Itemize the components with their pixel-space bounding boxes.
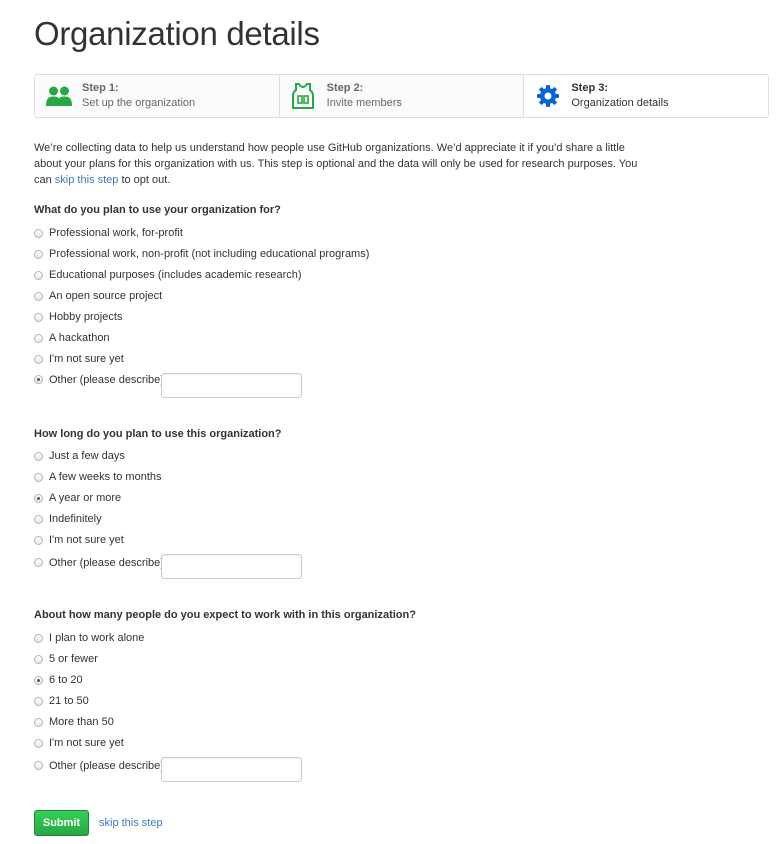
step-1-subtitle: Set up the organization (82, 97, 196, 109)
intro-text-after: to opt out. (118, 174, 171, 186)
team-size-option-more-than-50[interactable]: More than 50 (34, 714, 114, 730)
team-size-option-5-or-fewer[interactable]: 5 or fewer (34, 651, 98, 667)
option-label: Other (please describe) (49, 760, 164, 772)
option-label: An open source project (49, 290, 163, 302)
step-1: Step 1: Set up the organization (35, 75, 280, 117)
usage-option-other[interactable]: Other (please describe) (34, 373, 164, 389)
radio-button[interactable] (34, 451, 43, 461)
radio-button[interactable] (34, 249, 43, 259)
option-label: I'm not sure yet (49, 353, 124, 365)
submit-button[interactable]: Submit (34, 810, 89, 836)
usage-option-not-sure[interactable]: I'm not sure yet (34, 351, 124, 367)
radio-button[interactable] (34, 354, 43, 364)
duration-other-input[interactable] (161, 554, 302, 579)
duration-option-year-or-more[interactable]: A year or more (34, 490, 121, 506)
step-2: Step 2: Invite members (280, 75, 525, 117)
radio-button[interactable] (34, 738, 43, 748)
radio-button[interactable] (34, 558, 43, 567)
duration-option-indefinitely[interactable]: Indefinitely (34, 511, 102, 527)
radio-button[interactable] (34, 514, 43, 524)
option-label: Other (please describe) (49, 557, 164, 569)
option-label: Professional work, non-profit (not inclu… (49, 248, 370, 260)
gear-icon (534, 83, 561, 110)
team-size-option-not-sure[interactable]: I'm not sure yet (34, 735, 124, 751)
team-size-option-alone[interactable]: I plan to work alone (34, 630, 144, 646)
usage-option-non-profit[interactable]: Professional work, non-profit (not inclu… (34, 246, 369, 262)
usage-option-open-source[interactable]: An open source project (34, 288, 162, 304)
option-label: 21 to 50 (49, 695, 89, 707)
option-label: A few weeks to months (49, 471, 162, 483)
option-label: Professional work, for-profit (49, 227, 183, 239)
radio-button[interactable] (34, 717, 43, 727)
radio-button[interactable] (34, 228, 43, 238)
option-label: Just a few days (49, 450, 125, 462)
radio-button[interactable] (34, 654, 43, 664)
team-size-option-other[interactable]: Other (please describe) (34, 759, 164, 775)
radio-button[interactable] (34, 270, 43, 280)
radio-button[interactable] (34, 472, 43, 482)
duration-option-weeks-months[interactable]: A few weeks to months (34, 469, 162, 485)
question-team-size-label: About how many people do you expect to w… (34, 609, 416, 621)
radio-button[interactable] (34, 291, 43, 301)
jersey-icon (290, 83, 317, 110)
duration-option-not-sure[interactable]: I'm not sure yet (34, 532, 124, 548)
skip-step-link[interactable]: skip this step (99, 817, 163, 829)
step-3: Step 3: Organization details (524, 75, 769, 117)
option-label: A year or more (49, 492, 122, 504)
usage-other-input[interactable] (161, 373, 302, 398)
usage-option-hobby[interactable]: Hobby projects (34, 309, 122, 325)
usage-option-hackathon[interactable]: A hackathon (34, 330, 110, 346)
radio-button[interactable] (34, 312, 43, 322)
option-label: I plan to work alone (49, 632, 145, 644)
option-label: A hackathon (49, 332, 110, 344)
team-size-option-21-to-50[interactable]: 21 to 50 (34, 693, 89, 709)
radio-button[interactable] (34, 633, 43, 643)
radio-button[interactable] (34, 535, 43, 545)
skip-step-link-inline[interactable]: skip this step (55, 174, 119, 186)
option-label: More than 50 (49, 716, 114, 728)
duration-option-other[interactable]: Other (please describe) (34, 556, 164, 572)
steps-progress: Step 1: Set up the organization Step 2: … (34, 74, 769, 118)
radio-button[interactable] (34, 696, 43, 706)
step-2-title: Step 2: (326, 82, 364, 94)
usage-option-for-profit[interactable]: Professional work, for-profit (34, 225, 183, 241)
step-3-title: Step 3: (571, 82, 609, 94)
radio-button-selected[interactable] (34, 375, 43, 384)
usage-option-educational[interactable]: Educational purposes (includes academic … (34, 267, 302, 283)
option-label: 6 to 20 (49, 674, 83, 686)
question-duration-label: How long do you plan to use this organiz… (34, 428, 282, 440)
option-label: Indefinitely (49, 513, 102, 525)
intro-text: We’re collecting data to help us underst… (34, 140, 654, 188)
option-label: Educational purposes (includes academic … (49, 269, 302, 281)
people-icon (45, 83, 72, 110)
option-label: Other (please describe) (49, 374, 164, 386)
radio-button-selected[interactable] (34, 675, 43, 685)
team-size-option-6-to-20[interactable]: 6 to 20 (34, 672, 83, 688)
question-usage-label: What do you plan to use your organizatio… (34, 204, 281, 216)
radio-button[interactable] (34, 761, 43, 770)
option-label: 5 or fewer (49, 653, 98, 665)
option-label: I'm not sure yet (49, 737, 124, 749)
step-2-subtitle: Invite members (326, 97, 402, 109)
team-size-other-input[interactable] (161, 757, 302, 782)
option-label: I'm not sure yet (49, 534, 124, 546)
option-label: Hobby projects (49, 311, 123, 323)
radio-button-selected[interactable] (34, 493, 43, 503)
radio-button[interactable] (34, 333, 43, 343)
step-1-title: Step 1: (82, 82, 119, 94)
duration-option-few-days[interactable]: Just a few days (34, 448, 125, 464)
step-3-subtitle: Organization details (571, 97, 669, 109)
page-title: Organization details (34, 15, 320, 52)
